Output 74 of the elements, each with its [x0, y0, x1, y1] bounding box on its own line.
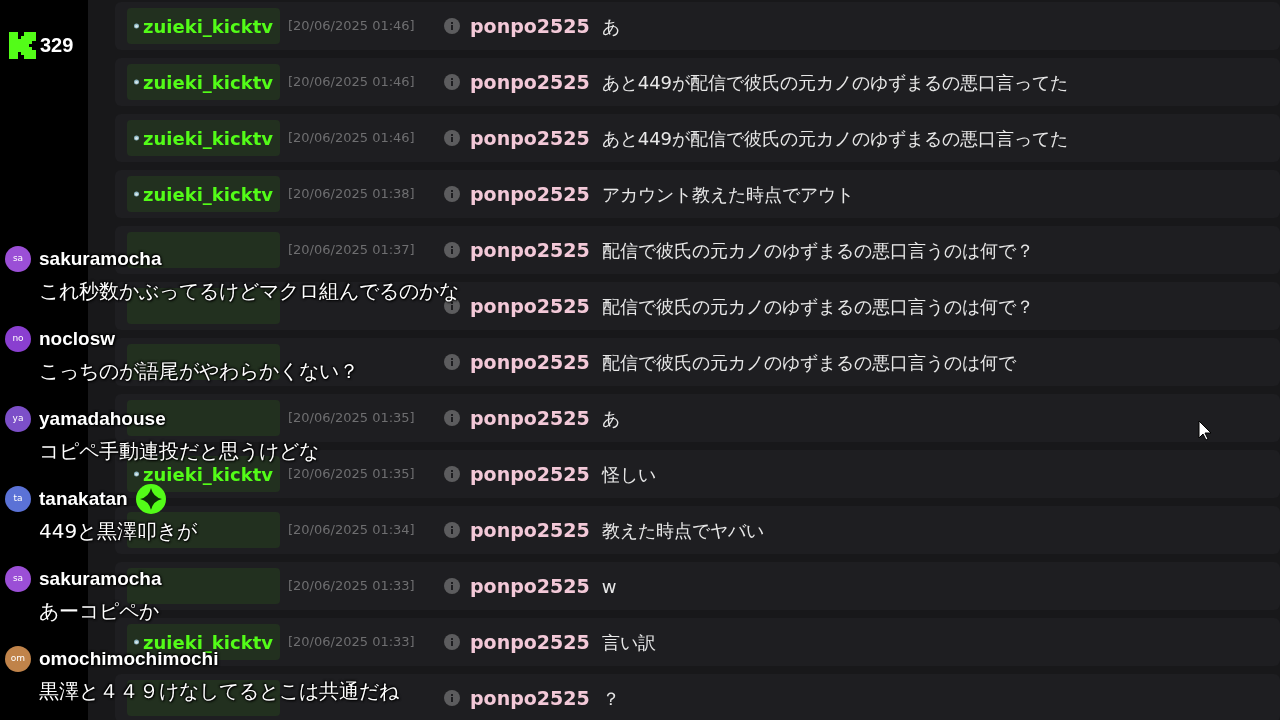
- timestamp: [20/06/2025 01:46]: [288, 129, 415, 147]
- chat-username: noclosw: [39, 328, 115, 350]
- message-text: あ: [601, 14, 620, 39]
- chat-username: sakuramocha: [39, 568, 162, 590]
- chat-username: sakuramocha: [39, 248, 162, 270]
- channel-name: zuieki_kicktv: [143, 462, 273, 487]
- info-icon: [444, 578, 460, 594]
- username: ponpo2525: [470, 349, 590, 375]
- username: ponpo2525: [470, 405, 590, 431]
- username: ponpo2525: [470, 461, 590, 487]
- channel-name: zuieki_kicktv: [143, 126, 273, 151]
- chat-message: 449と黒澤叩きが: [39, 519, 198, 543]
- chat-username: tanakatan: [39, 488, 128, 510]
- user-avatar: ta: [5, 486, 31, 512]
- username: ponpo2525: [470, 125, 590, 151]
- info-icon: [444, 186, 460, 202]
- info-icon: [444, 690, 460, 706]
- cursor-icon: [1198, 420, 1212, 441]
- message-text: 配信で彼氏の元カノのゆずまるの悪口言うのは何で？: [601, 238, 1034, 263]
- info-icon: [444, 354, 460, 370]
- username: ponpo2525: [470, 573, 590, 599]
- info-icon: [444, 466, 460, 482]
- timestamp: [20/06/2025 01:37]: [288, 241, 415, 259]
- message-text: 怪しい: [601, 462, 656, 487]
- channel-name: zuieki_kicktv: [143, 182, 273, 207]
- message-text: 配信で彼氏の元カノのゆずまるの悪口言うのは何で: [601, 350, 1016, 375]
- chat-message: こっちのが語尾がやわらかくない？: [39, 359, 359, 383]
- timestamp: [20/06/2025 01:46]: [288, 73, 415, 91]
- info-icon: [444, 634, 460, 650]
- user-avatar: om: [5, 646, 31, 672]
- user-avatar: no: [5, 326, 31, 352]
- username: ponpo2525: [470, 69, 590, 95]
- timestamp: [20/06/2025 01:35]: [288, 409, 415, 427]
- info-icon: [444, 522, 460, 538]
- message-text: ？: [601, 686, 620, 711]
- message-text: w: [601, 574, 617, 599]
- message-text: あ: [601, 406, 620, 431]
- username: ponpo2525: [470, 629, 590, 655]
- chat-message: コピペ手動連投だと思うけどな: [39, 439, 319, 463]
- user-avatar: sa: [5, 566, 31, 592]
- info-icon: [444, 18, 460, 34]
- user-avatar: ya: [5, 406, 31, 432]
- username: ponpo2525: [470, 237, 590, 263]
- timestamp: [20/06/2025 01:33]: [288, 577, 415, 595]
- viewer-count: 329: [40, 33, 74, 58]
- chat-message: あーコピペか: [39, 599, 159, 623]
- timestamp: [20/06/2025 01:38]: [288, 185, 415, 203]
- username: ponpo2525: [470, 685, 590, 711]
- channel-name: zuieki_kicktv: [143, 630, 273, 653]
- chat-username: yamadahouse: [39, 408, 166, 430]
- message-text: あと449が配信で彼氏の元カノのゆずまるの悪口言ってた: [601, 70, 1069, 95]
- info-icon: [444, 74, 460, 90]
- message-text: あと449が配信で彼氏の元カノのゆずまるの悪口言ってた: [601, 126, 1069, 151]
- logo-icon: [9, 31, 36, 59]
- timestamp: [20/06/2025 01:46]: [288, 17, 415, 35]
- channel-name: zuieki_kicktv: [143, 70, 273, 95]
- message-text: アカウント教えた時点でアウト: [601, 182, 854, 207]
- timestamp: [20/06/2025 01:35]: [288, 465, 415, 483]
- username: ponpo2525: [470, 293, 590, 319]
- info-icon: [444, 410, 460, 426]
- channel-name: zuieki_kicktv: [143, 14, 273, 39]
- info-icon: [444, 130, 460, 146]
- message-text: 配信で彼氏の元カノのゆずまるの悪口言うのは何で？: [601, 294, 1034, 319]
- chat-message: これ秒数かぶってるけどマクロ組んでるのかな: [39, 279, 459, 303]
- message-text: 言い訳: [601, 630, 656, 655]
- user-avatar: sa: [5, 246, 31, 272]
- message-text: 教えた時点でヤバい: [601, 518, 764, 543]
- username: ponpo2525: [470, 181, 590, 207]
- username: ponpo2525: [470, 517, 590, 543]
- chat-message: 黒澤と４４９けなしてるとこは共通だね: [39, 679, 399, 703]
- info-icon: [444, 242, 460, 258]
- timestamp: [20/06/2025 01:33]: [288, 633, 415, 651]
- username: ponpo2525: [470, 13, 590, 39]
- timestamp: [20/06/2025 01:34]: [288, 521, 415, 539]
